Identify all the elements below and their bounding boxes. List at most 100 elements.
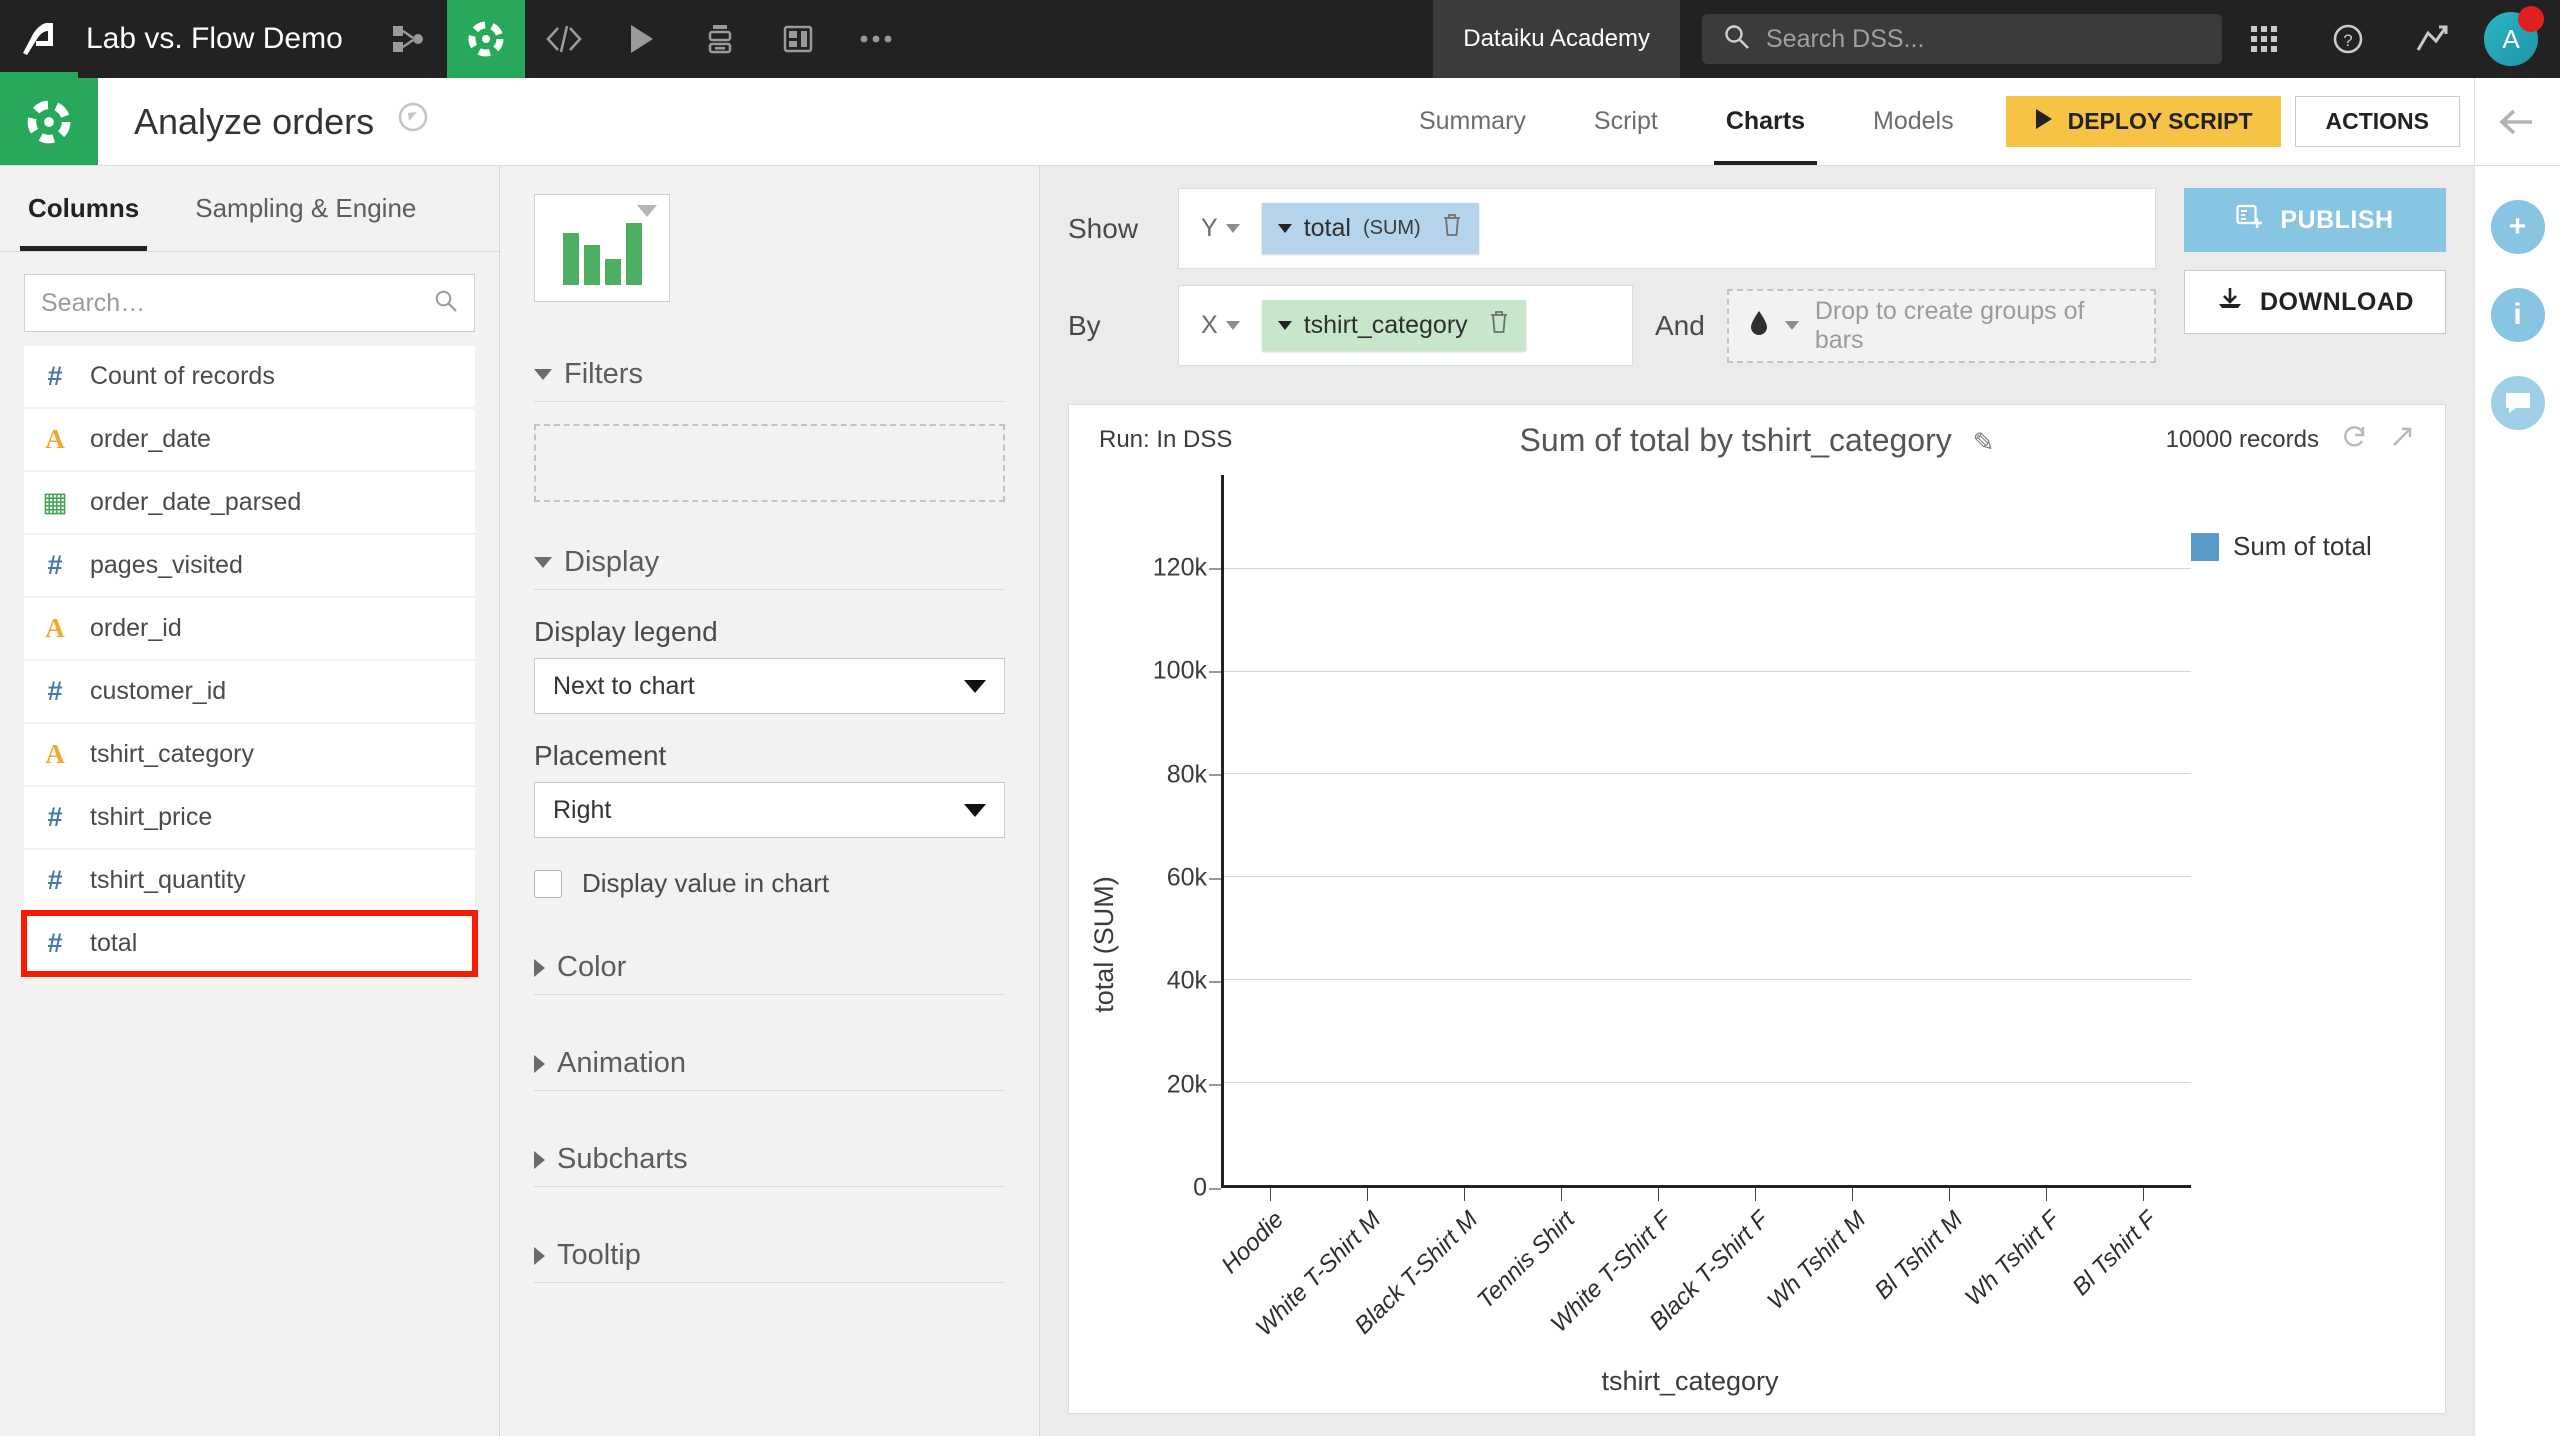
trash-icon[interactable]: [1488, 310, 1510, 341]
section-header[interactable]: Animation: [534, 1047, 1005, 1091]
x-axis-dropzone[interactable]: X tshirt_category: [1178, 285, 1633, 366]
search-input[interactable]: Search DSS...: [1702, 14, 2222, 64]
caret-right-icon: [534, 958, 545, 977]
trash-icon[interactable]: [1441, 213, 1463, 244]
x-axis-pad: [1129, 1188, 1221, 1366]
chevron-down-icon: [637, 205, 657, 217]
more-icon[interactable]: [837, 0, 915, 78]
display-section: Display Display legend Next to chart Pla…: [534, 546, 1005, 899]
code-icon[interactable]: [525, 0, 603, 78]
publish-button[interactable]: PUBLISH: [2184, 188, 2446, 252]
column-item[interactable]: # Count of records: [24, 346, 475, 407]
y-field-pill[interactable]: total (SUM): [1261, 203, 1479, 254]
section-animation[interactable]: Animation: [534, 1047, 1005, 1091]
download-button[interactable]: DOWNLOAD: [2184, 270, 2446, 334]
section-subcharts[interactable]: Subcharts: [534, 1143, 1005, 1187]
placement-select[interactable]: Right: [534, 782, 1005, 838]
display-value-checkbox[interactable]: [534, 869, 562, 898]
academy-link[interactable]: Dataiku Academy: [1433, 0, 1680, 78]
section-color[interactable]: Color: [534, 951, 1005, 995]
chevron-down-icon: [964, 803, 986, 817]
columns-panel-tabs: Columns Sampling & Engine: [0, 166, 499, 252]
x-field-name: tshirt_category: [1303, 311, 1468, 339]
actions-button[interactable]: ACTIONS: [2294, 96, 2460, 147]
deploy-script-button[interactable]: DEPLOY SCRIPT: [2005, 96, 2281, 147]
info-button[interactable]: i: [2490, 288, 2545, 342]
avatar[interactable]: A: [2484, 6, 2544, 66]
search-icon: [1724, 24, 1750, 55]
tab-summary[interactable]: Summary: [1385, 78, 1560, 165]
tab-models[interactable]: Models: [1839, 78, 1988, 165]
trending-activity-icon[interactable]: [2390, 24, 2474, 54]
column-item[interactable]: # total: [21, 910, 478, 977]
run-icon[interactable]: [603, 0, 681, 78]
tick-mark: [1851, 1188, 1853, 1201]
section-label: Tooltip: [557, 1239, 641, 1271]
notification-badge: [2518, 6, 2544, 32]
dashboard-icon[interactable]: [759, 0, 837, 78]
column-item[interactable]: Aorder_id: [24, 598, 475, 659]
section-tooltip[interactable]: Tooltip: [534, 1239, 1005, 1283]
expand-icon[interactable]: [2389, 424, 2415, 457]
section-header[interactable]: Tooltip: [534, 1239, 1005, 1283]
section-header[interactable]: Color: [534, 951, 1005, 995]
legend-item[interactable]: Sum of total: [2191, 531, 2421, 562]
compass-icon[interactable]: [396, 100, 430, 143]
tab-charts[interactable]: Charts: [1692, 78, 1839, 165]
group-placeholder: Drop to create groups of bars: [1814, 296, 2085, 354]
pencil-edit-icon[interactable]: ✎: [1973, 427, 1995, 457]
add-insight-button[interactable]: +: [2490, 200, 2545, 254]
column-item[interactable]: # pages_visited: [24, 535, 475, 596]
section-label: Animation: [557, 1047, 686, 1079]
y-axis-tag-label: Y: [1201, 214, 1218, 242]
display-legend-select[interactable]: Next to chart: [534, 658, 1005, 714]
tab-sampling-engine[interactable]: Sampling & Engine: [167, 166, 444, 251]
main-body: Columns Sampling & Engine Search… # Count…: [0, 166, 2560, 1436]
column-item[interactable]: Aorder_date: [24, 409, 475, 470]
section-header[interactable]: Subcharts: [534, 1143, 1005, 1187]
y-axis-ticks: 0 20k 40k 60k 80k 100k 120k: [1129, 475, 1222, 1202]
right-rail: + i: [2474, 166, 2560, 1436]
x-axis-tag[interactable]: X: [1195, 311, 1246, 340]
column-item[interactable]: # tshirt_price: [24, 787, 475, 848]
tab-columns[interactable]: Columns: [0, 166, 167, 251]
chart-dropzones-row: Show Y total (SUM) By X tshirt_category …: [1040, 166, 2474, 382]
column-item[interactable]: ▦ order_date_parsed: [24, 472, 475, 533]
y-axis-dropzone[interactable]: Y total (SUM): [1178, 188, 2156, 269]
column-item[interactable]: # tshirt_quantity: [24, 850, 475, 911]
show-row: Show Y total (SUM): [1068, 188, 2156, 269]
display-section-header[interactable]: Display: [534, 546, 1005, 590]
lab-icon[interactable]: [446, 0, 525, 78]
flow-icon[interactable]: [369, 0, 447, 78]
refresh-icon[interactable]: [2341, 424, 2367, 457]
search-placeholder: Search DSS...: [1766, 24, 1925, 53]
filters-section-header[interactable]: Filters: [534, 358, 1005, 402]
filters-dropzone[interactable]: [534, 424, 1005, 502]
column-item-label: Count of records: [90, 362, 275, 390]
tab-script[interactable]: Script: [1560, 78, 1692, 165]
droplet-color-icon[interactable]: [1749, 310, 1769, 341]
y-axis-tick-label: 60k: [1166, 863, 1222, 892]
column-search-input[interactable]: Search…: [24, 274, 475, 332]
tick-mark: [1269, 1188, 1271, 1201]
bar-chart-type-icon[interactable]: [534, 194, 670, 302]
dataiku-bird-logo[interactable]: [0, 0, 78, 78]
y-axis-title: total (SUM): [1079, 475, 1129, 1413]
x-field-pill[interactable]: tshirt_category: [1261, 300, 1526, 351]
caret-down-icon: [1277, 224, 1292, 233]
y-axis-tag[interactable]: Y: [1195, 214, 1246, 243]
jobs-icon[interactable]: [681, 0, 759, 78]
project-name[interactable]: Lab vs. Flow Demo: [78, 0, 369, 78]
tick-mark: [1948, 1188, 1950, 1201]
group-dropzone[interactable]: Drop to create groups of bars: [1726, 288, 2156, 363]
question-help-icon[interactable]: ?: [2306, 23, 2390, 55]
x-axis-title: tshirt_category: [1601, 1366, 1779, 1396]
column-item[interactable]: Atshirt_category: [24, 724, 475, 785]
arrow-left-collapse-icon[interactable]: [2474, 78, 2560, 165]
discussion-button[interactable]: [2490, 376, 2545, 430]
column-item[interactable]: # customer_id: [24, 661, 475, 722]
filters-label: Filters: [564, 358, 643, 390]
placement-label: Placement: [534, 740, 667, 771]
grid-apps-icon[interactable]: [2222, 24, 2306, 54]
